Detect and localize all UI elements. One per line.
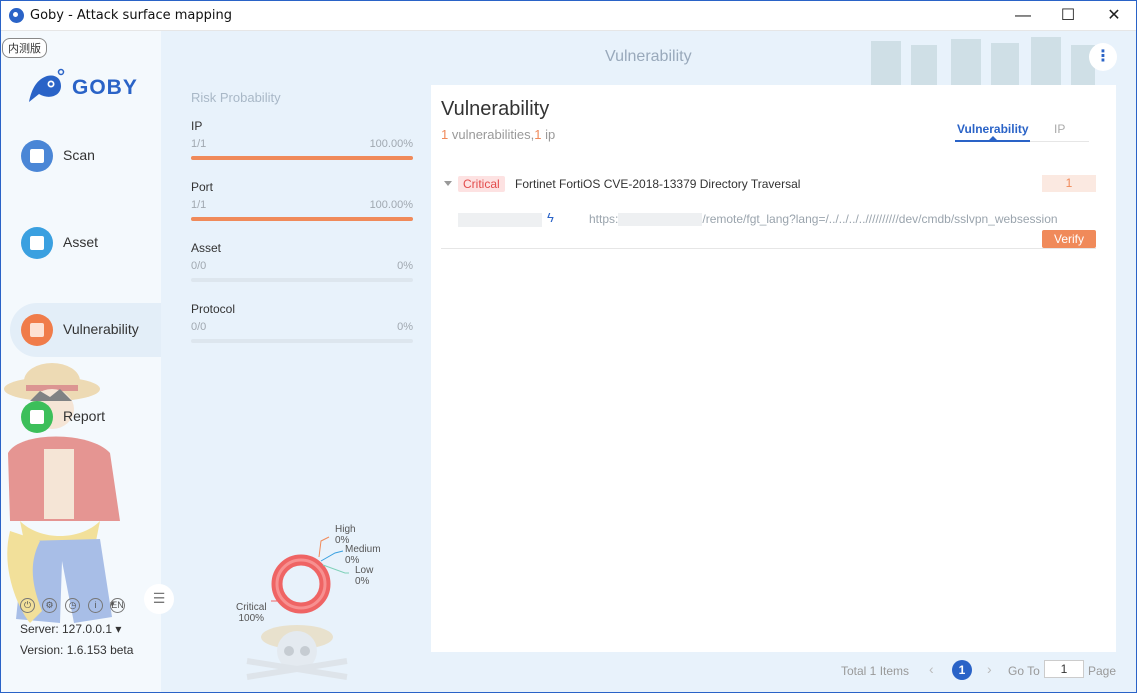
version-text: Version: 1.6.153 beta (20, 643, 134, 657)
sidebar-item-label: Report (63, 408, 106, 424)
report-icon (21, 401, 53, 433)
crew-decoration-image (871, 37, 1095, 85)
maximize-button[interactable]: ☐ (1045, 0, 1091, 31)
language-select[interactable]: EN ▾ (110, 598, 125, 613)
active-tab-indicator (955, 140, 1030, 142)
medium-leader-line (320, 550, 344, 562)
risk-bar (191, 278, 413, 282)
risk-fraction: 0/0 (191, 260, 207, 272)
severity-badge: Critical (458, 176, 505, 192)
main-area: Vulnerability ⋮ Risk Probability IP 1/1 … (161, 31, 1137, 693)
power-icon[interactable]: ⏻ (20, 598, 35, 613)
sidebar-item-report[interactable]: Report (10, 390, 161, 444)
risk-fraction: 0/0 (191, 321, 207, 333)
donut-medium-label: Medium 0% (345, 544, 381, 566)
risk-percent: 0% (397, 321, 413, 333)
severity-donut-chart: High 0% Medium 0% Low 0% Critical 100% (231, 517, 391, 627)
vulnerability-detail-row: ϟ https:/remote/fgt_lang?lang=/../../../… (441, 207, 1096, 249)
tab-vulnerability[interactable]: Vulnerability (957, 122, 1029, 136)
sidebar: 内测版 GOBY Scan Asset Vulnerability Report… (0, 31, 161, 693)
sidebar-item-label: Vulnerability (63, 321, 139, 337)
vulnerable-url[interactable]: https:/remote/fgt_lang?lang=/../../../..… (589, 212, 1058, 227)
risk-row-asset: Asset 0/0 0% (191, 241, 413, 291)
risk-percent: 100.00% (369, 138, 413, 150)
beta-badge: 内测版 (2, 38, 47, 58)
risk-fraction: 1/1 (191, 138, 207, 150)
panel-title: Vulnerability (441, 98, 550, 120)
redacted-host (618, 213, 703, 227)
more-menu-icon[interactable]: ⋮ (1089, 43, 1117, 71)
gear-icon[interactable]: ⚙ (42, 598, 57, 613)
total-items: Total 1 Items (841, 664, 910, 678)
close-button[interactable]: ✕ (1091, 0, 1137, 31)
active-tab-arrow (989, 136, 997, 140)
sidebar-item-asset[interactable]: Asset (10, 216, 161, 270)
title-bar: Goby - Attack surface mapping — ☐ ✕ (0, 0, 1137, 31)
risk-name: IP (191, 119, 203, 133)
risk-bar (191, 339, 413, 343)
history-icon[interactable]: ◷ (65, 598, 80, 613)
risk-percent: 0% (397, 260, 413, 272)
prev-page-icon[interactable]: ‹ (929, 661, 934, 677)
sidebar-item-scan[interactable]: Scan (10, 129, 161, 183)
risk-row-protocol: Protocol 0/0 0% (191, 302, 413, 352)
vulnerability-row[interactable]: Critical Fortinet FortiOS CVE-2018-13379… (441, 173, 1096, 201)
sidebar-item-label: Scan (63, 147, 95, 163)
vulnerability-panel: Vulnerability 1 vulnerabilities,1 ip Vul… (431, 85, 1116, 652)
donut-high-label: High 0% (335, 524, 356, 546)
goto-page-input[interactable]: 1 (1044, 660, 1084, 678)
sidebar-item-vulnerability[interactable]: Vulnerability (10, 303, 161, 357)
goto-label: Go To (1008, 664, 1040, 678)
page-title: Vulnerability (605, 48, 692, 65)
risk-percent: 100.00% (369, 199, 413, 211)
panel-summary: 1 vulnerabilities,1 ip (441, 127, 556, 142)
asset-icon (21, 227, 53, 259)
risk-name: Protocol (191, 302, 236, 316)
risk-row-ip: IP 1/1 100.00% (191, 119, 413, 169)
window-title: Goby - Attack surface mapping (30, 8, 232, 23)
expand-caret-icon[interactable] (444, 181, 452, 186)
lightning-icon[interactable]: ϟ (547, 210, 554, 225)
sidebar-item-label: Asset (63, 234, 99, 250)
risk-bar (191, 217, 413, 221)
vulnerability-icon (21, 314, 53, 346)
fish-logo-icon (29, 68, 65, 102)
scan-icon (21, 140, 53, 172)
risk-bar (191, 156, 413, 160)
tab-ip[interactable]: IP (1054, 122, 1065, 136)
vulnerability-name[interactable]: Fortinet FortiOS CVE-2018-13379 Director… (515, 177, 800, 191)
high-leader-line (318, 536, 330, 558)
risk-fraction: 1/1 (191, 199, 207, 211)
server-select[interactable]: Server: 127.0.0.1 ▾ (20, 622, 121, 636)
page-label: Page (1088, 664, 1117, 678)
collapse-menu-icon[interactable]: ☰ (144, 584, 174, 614)
goby-wordmark: GOBY (72, 76, 138, 99)
vulnerability-count: 1 (1042, 175, 1096, 192)
next-page-icon[interactable]: › (987, 661, 992, 677)
minimize-button[interactable]: — (1000, 0, 1046, 31)
risk-probability-panel: Risk Probability IP 1/1 100.00% Port 1/1… (191, 90, 413, 343)
risk-heading: Risk Probability (191, 90, 281, 105)
goby-logo: GOBY (25, 68, 155, 108)
current-page-button[interactable]: 1 (952, 660, 972, 680)
skull-decoration-image (246, 625, 348, 680)
redacted-ip (458, 213, 542, 227)
risk-name: Port (191, 180, 214, 194)
verify-button[interactable]: Verify (1042, 230, 1096, 248)
info-icon[interactable]: i (88, 598, 103, 613)
pagination: Total 1 Items ‹ 1 › Go To 1 Page (841, 659, 1131, 683)
risk-row-port: Port 1/1 100.00% (191, 180, 413, 230)
view-tabs: Vulnerability IP (955, 120, 1089, 142)
donut-low-label: Low 0% (355, 565, 374, 587)
risk-name: Asset (191, 241, 222, 255)
goby-app-icon (9, 8, 24, 23)
